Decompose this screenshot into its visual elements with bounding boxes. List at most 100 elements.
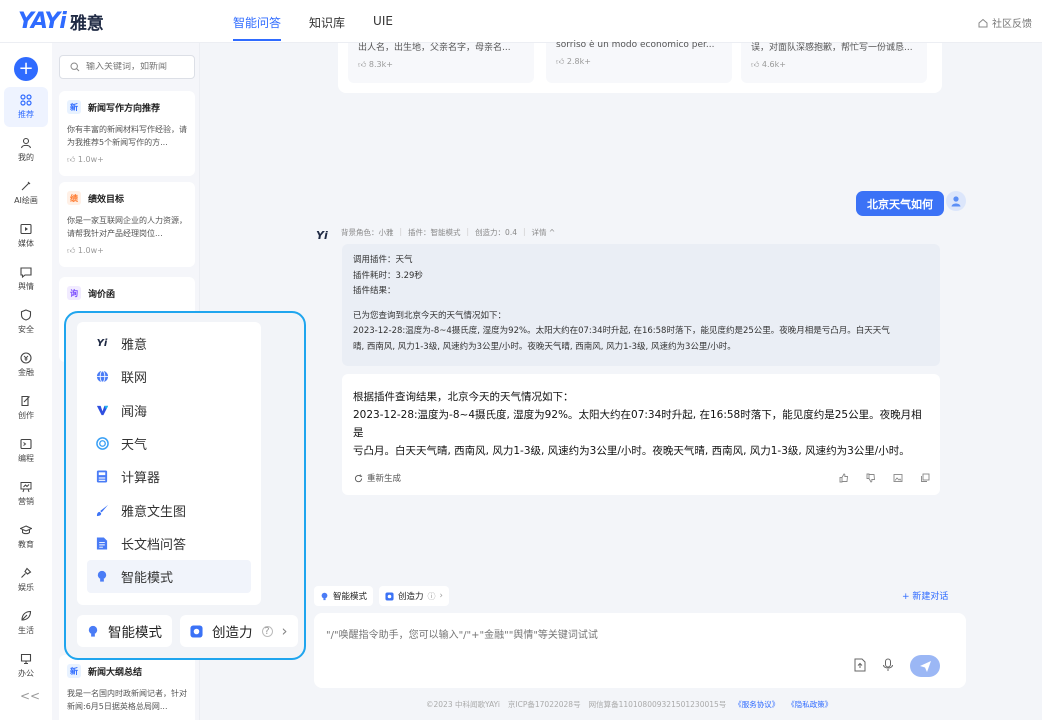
- plugin-line: 插件结果：: [353, 286, 396, 296]
- rail-label: 媒体: [18, 239, 34, 248]
- plugin-item-weather[interactable]: 天气: [87, 427, 251, 460]
- plugin-item-text-to-image[interactable]: 雅意文生图: [87, 493, 251, 526]
- plugin-item-label: 计算器: [121, 471, 161, 487]
- collapse-sidebar-button[interactable]: <<: [20, 689, 40, 703]
- new-chat-button[interactable]: + 新建对话: [902, 589, 948, 602]
- plugin-item-long-doc-qa[interactable]: 长文档问答: [87, 527, 251, 560]
- response-meta: 背景角色：小雅 | 插件：智能模式 | 创造力：0.4 | 详情 ^: [341, 227, 556, 238]
- plugin-item-wenhai[interactable]: 闻海: [87, 394, 251, 427]
- microphone-icon: [21, 567, 32, 578]
- creativity-label: 创造力: [398, 592, 424, 602]
- plugin-item-label: 天气: [121, 438, 148, 454]
- suggestion-count: 👍︎ 2.8k+: [556, 57, 591, 66]
- footer-police-record[interactable]: 网信算备110108009321501230015号: [589, 699, 727, 710]
- meta-details-toggle[interactable]: 详情 ^: [532, 227, 556, 238]
- grid-icon: [20, 94, 32, 106]
- suggestion-count: 👍︎ 8.3k+: [358, 60, 393, 69]
- prompt-card[interactable]: 新 新闻写作方向推荐 你有丰富的新闻材料写作经验，请为我推荐5个新闻写作的方..…: [59, 91, 195, 176]
- help-icon[interactable]: ⓘ: [428, 591, 436, 602]
- card-title: 新闻写作方向推荐: [88, 103, 161, 114]
- creativity-chip[interactable]: 创造力 ⓘ ›: [379, 586, 449, 606]
- meta-creativity: 创造力：0.4: [475, 228, 517, 237]
- card-description: 你是一家互联网企业的人力资源， 请帮我针对产品经理岗位...: [67, 216, 187, 238]
- footer-privacy-link[interactable]: 《隐私政策》: [787, 699, 832, 710]
- footer-icp[interactable]: 京ICP备17022028号: [508, 699, 581, 710]
- plugin-item-label: 雅意文生图: [121, 504, 187, 520]
- plugin-selector-popup: Yi 雅意 联网 闻海 天气 计算器 雅意文生图 长文档问答 智能模式 智能模式…: [64, 311, 306, 660]
- rail-item-office[interactable]: 办公: [4, 646, 48, 686]
- plugin-item-label: 雅意: [121, 338, 148, 354]
- popup-creativity-chip[interactable]: 创造力 ? ›: [180, 615, 298, 647]
- user-avatar: [946, 191, 966, 211]
- rail-item-marketing[interactable]: 营销: [4, 474, 48, 514]
- rail-item-creation[interactable]: 创作: [4, 388, 48, 428]
- globe-icon: [95, 370, 109, 384]
- user-icon: [20, 137, 32, 149]
- rail-item-life[interactable]: 生活: [4, 603, 48, 643]
- rail-label: 娱乐: [18, 583, 34, 592]
- suggestion-card[interactable]: 误，对面队深感抱歉，帮忙写一份诚恳... 👍︎ 4.6k+: [741, 43, 927, 83]
- plugin-result-line: 晴, 西南风, 风力1-3级, 风速约为3公里/小时。夜晚天气晴, 西南风, 风…: [353, 341, 736, 352]
- app-logo[interactable]: YAYi 雅意: [18, 6, 104, 36]
- community-feedback-link[interactable]: 社区反馈: [978, 15, 1032, 30]
- plugin-result-box: 调用插件：天气 插件耗时：3.29秒 插件结果： 已为您查询到北京今天的天气情况…: [342, 244, 940, 366]
- smart-mode-chip[interactable]: 智能模式: [314, 586, 374, 606]
- copy-icon[interactable]: [918, 471, 932, 485]
- plugin-item-web[interactable]: 联网: [87, 360, 251, 393]
- rail-item-ai-painting[interactable]: AI绘画: [4, 173, 48, 213]
- message-input[interactable]: [326, 626, 946, 646]
- plugin-item-yayi[interactable]: Yi 雅意: [87, 327, 251, 360]
- meta-plugin: 插件：智能模式: [408, 228, 461, 237]
- rail-item-media[interactable]: 媒体: [4, 216, 48, 256]
- search-box[interactable]: [59, 55, 195, 79]
- suggestion-text: 误，对面队深感抱歉，帮忙写一份诚恳...: [751, 43, 913, 53]
- rail-item-finance[interactable]: 金融: [4, 345, 48, 385]
- upload-file-icon[interactable]: [854, 658, 866, 675]
- thumbs-down-icon[interactable]: [864, 471, 878, 485]
- footer-service-link[interactable]: 《服务协议》: [734, 699, 779, 710]
- monitor-icon: [20, 653, 32, 665]
- rail-item-entertainment[interactable]: 娱乐: [4, 560, 48, 600]
- regenerate-button[interactable]: 重新生成: [354, 472, 401, 484]
- rail-item-recommend[interactable]: 推荐: [4, 87, 48, 127]
- tab-smart-qa[interactable]: 智能问答: [233, 0, 282, 43]
- message-icon: [20, 267, 32, 278]
- card-badge: 新: [67, 664, 81, 678]
- suggestion-card[interactable]: sorriso è un modo economico per... 👍︎ 2.…: [546, 40, 732, 83]
- brush-icon: [21, 181, 31, 191]
- card-title: 绩效目标: [88, 194, 125, 205]
- suggestion-text: 出人名，出生地，父亲名字，母亲名...: [358, 43, 511, 53]
- rail-label: 办公: [18, 669, 34, 678]
- popup-smart-mode-label: 智能模式: [108, 625, 162, 641]
- plugin-item-label: 联网: [121, 371, 148, 387]
- rail-item-security[interactable]: 安全: [4, 302, 48, 342]
- send-icon: [919, 660, 931, 672]
- tab-knowledge-base[interactable]: 知识库: [309, 0, 345, 43]
- rail-item-programming[interactable]: 编程: [4, 431, 48, 471]
- suggestion-card[interactable]: 出人名，出生地，父亲名字，母亲名... 👍︎ 8.3k+: [348, 43, 534, 83]
- plugin-item-label: 智能模式: [121, 571, 174, 587]
- rail-item-mine[interactable]: 我的: [4, 130, 48, 170]
- tab-uie[interactable]: UIE: [373, 0, 393, 43]
- presentation-icon: [20, 482, 32, 493]
- prompt-card[interactable]: 新 新闻大纲总结 我是一名国内时政新闻记者，针对新闻:6月5日据英格总局网...: [59, 655, 195, 720]
- search-input[interactable]: [86, 62, 186, 72]
- suggestion-cards: 出人名，出生地，父亲名字，母亲名... 👍︎ 8.3k+ sorriso è u…: [338, 40, 942, 93]
- plugin-item-calculator[interactable]: 计算器: [87, 460, 251, 493]
- footer-copyright: ©2023 中科闻歌YAYi: [426, 700, 500, 709]
- popup-creativity-label: 创造力: [212, 625, 253, 641]
- wenhai-logo-icon: [95, 403, 109, 417]
- image-icon[interactable]: [891, 471, 905, 485]
- send-button[interactable]: [910, 655, 940, 677]
- help-icon[interactable]: ?: [261, 625, 273, 637]
- card-badge: 绩: [67, 191, 81, 205]
- rail-item-education[interactable]: 教育: [4, 517, 48, 557]
- microphone-icon[interactable]: [882, 658, 894, 675]
- rail-item-public-opinion[interactable]: 舆情: [4, 259, 48, 299]
- popup-smart-mode-chip[interactable]: 智能模式: [77, 615, 172, 647]
- nav-tabs: 智能问答 知识库 UIE: [233, 0, 421, 43]
- plugin-item-smart-mode[interactable]: 智能模式: [87, 560, 251, 594]
- new-chat-plus-button[interactable]: +: [14, 57, 38, 81]
- prompt-card[interactable]: 绩 绩效目标 你是一家互联网企业的人力资源， 请帮我针对产品经理岗位... 👍︎…: [59, 182, 195, 267]
- thumbs-up-icon[interactable]: [837, 471, 851, 485]
